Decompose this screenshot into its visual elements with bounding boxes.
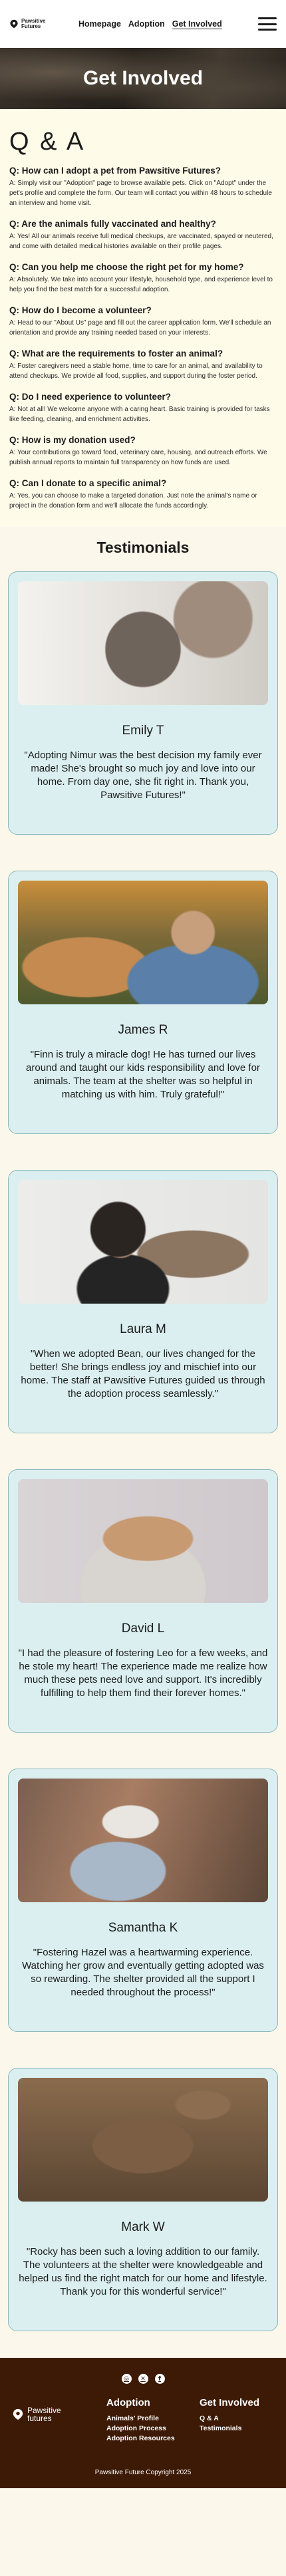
faq-answer: A: Absolutely. We take into account your… [9,276,273,293]
testimonial-quote: "When we adopted Bean, our lives changed… [21,1348,265,1399]
faq-item: Q: Do I need experience to volunteer? A:… [9,390,277,424]
faq-question: Q: Do I need experience to volunteer? [9,392,172,402]
footer-get-involved-column: Get Involved Q & A Testimonials [200,2397,266,2434]
paw-logo-icon [13,2408,23,2420]
social-links: ◎ ✕ f [12,2374,274,2384]
faq-answer: A: Foster caregivers need a stable home,… [9,362,263,380]
instagram-icon[interactable]: ◎ [121,2374,132,2384]
faq-question: Q: How is my donation used? [9,435,136,445]
testimonial-card: Laura M "When we adopted Bean, our lives… [8,1170,278,1433]
testimonial-photo [18,1180,268,1304]
x-icon[interactable]: ✕ [138,2374,148,2384]
faq-item: Q: Are the animals fully vaccinated and … [9,217,277,251]
site-logo[interactable]: Pawsitive Futures [9,19,56,29]
testimonial-card: Emily T "Adopting Nimur was the best dec… [8,571,278,835]
faq-item: Q: How do I become a volunteer? A: Head … [9,304,277,338]
testimonial-name: Samantha K [108,1921,178,1935]
testimonial-card: James R "Finn is truly a miracle dog! He… [8,871,278,1134]
footer-adoption-column: Adoption Animals' Profile Adoption Proce… [106,2397,200,2444]
nav-homepage[interactable]: Homepage [78,19,121,29]
facebook-icon[interactable]: f [154,2374,165,2384]
page-title: Get Involved [82,67,204,89]
footer-columns: Pawsitive futures Adoption Animals' Prof… [12,2397,274,2444]
faq-title: Q & A [9,128,86,156]
testimonial-card: David L "I had the pleasure of fostering… [8,1469,278,1733]
logo-line2: Futures [21,23,41,29]
faq-question: Q: Are the animals fully vaccinated and … [9,219,216,229]
testimonial-quote: "Adopting Nimur was the best decision my… [24,750,262,801]
footer-link-testimonials[interactable]: Testimonials [200,2424,266,2434]
footer-logo[interactable]: Pawsitive futures [12,2406,106,2422]
testimonial-photo [18,881,268,1004]
nav-adoption[interactable]: Adoption [128,19,165,29]
faq-item: Q: How can I adopt a pet from Pawsitive … [9,164,277,208]
footer-heading: Adoption [106,2397,150,2408]
testimonial-photo [18,2078,268,2202]
faq-answer: A: Yes, you can choose to make a targete… [9,492,257,509]
footer-logo-line2: futures [27,2414,52,2423]
hamburger-menu-icon[interactable] [258,17,277,31]
faq-item: Q: Can I donate to a specific animal? A:… [9,477,277,511]
paw-logo-icon [10,19,18,29]
footer-heading: Get Involved [200,2397,260,2408]
testimonial-card: Mark W "Rocky has been such a loving add… [8,2068,278,2331]
site-footer: ◎ ✕ f Pawsitive futures Adoption Animals… [0,2358,286,2488]
faq-question: Q: How can I adopt a pet from Pawsitive … [9,166,221,176]
footer-link-adoption-process[interactable]: Adoption Process [106,2424,200,2434]
faq-answer: A: Not at all! We welcome anyone with a … [9,406,270,423]
faq-question: Q: Can you help me choose the right pet … [9,262,244,272]
testimonial-quote: "Rocky has been such a loving addition t… [19,2246,267,2297]
testimonial-quote: "Finn is truly a miracle dog! He has tur… [26,1049,260,1100]
testimonials-title: Testimonials [96,539,190,556]
faq-item: Q: How is my donation used? A: Your cont… [9,434,277,468]
testimonial-name: James R [118,1023,168,1037]
faq-answer: A: Head to our "About Us" page and fill … [9,319,271,337]
footer-link-adoption-resources[interactable]: Adoption Resources [106,2434,200,2444]
nav-get-involved[interactable]: Get Involved [172,19,222,29]
footer-link-qa[interactable]: Q & A [200,2414,266,2424]
testimonial-card: Samantha K "Fostering Hazel was a heartw… [8,1769,278,2032]
faq-answer: A: Yes! All our animals receive full med… [9,233,273,250]
site-header: Pawsitive Futures Homepage Adoption Get … [0,0,286,48]
testimonial-quote: "Fostering Hazel was a heartwarming expe… [22,1947,264,1998]
testimonial-name: Emily T [122,724,164,738]
testimonial-name: Laura M [120,1322,166,1336]
testimonial-photo [18,1479,268,1603]
copyright-text: Pawsitive Future Copyright 2025 [94,2469,192,2476]
footer-link-animals-profile[interactable]: Animals' Profile [106,2414,200,2424]
faq-question: Q: Can I donate to a specific animal? [9,478,167,488]
faq-item: Q: What are the requirements to foster a… [9,347,277,381]
faq-answer: A: Your contributions go toward food, ve… [9,449,267,466]
testimonials-section: Testimonials Emily T "Adopting Nimur was… [0,527,286,2358]
testimonial-name: David L [121,1622,165,1636]
hero-banner: Get Involved [0,48,286,109]
testimonial-photo [18,581,268,705]
main-nav: Homepage Adoption Get Involved [78,19,222,29]
testimonial-name: Mark W [121,2220,165,2234]
testimonial-photo [18,1779,268,1902]
faq-section: Q & A Q: How can I adopt a pet from Paws… [0,109,286,527]
faq-question: Q: What are the requirements to foster a… [9,349,223,358]
faq-answer: A: Simply visit our "Adoption" page to b… [9,180,272,207]
faq-item: Q: Can you help me choose the right pet … [9,261,277,295]
faq-question: Q: How do I become a volunteer? [9,305,152,315]
testimonial-quote: "I had the pleasure of fostering Leo for… [18,1647,268,1699]
